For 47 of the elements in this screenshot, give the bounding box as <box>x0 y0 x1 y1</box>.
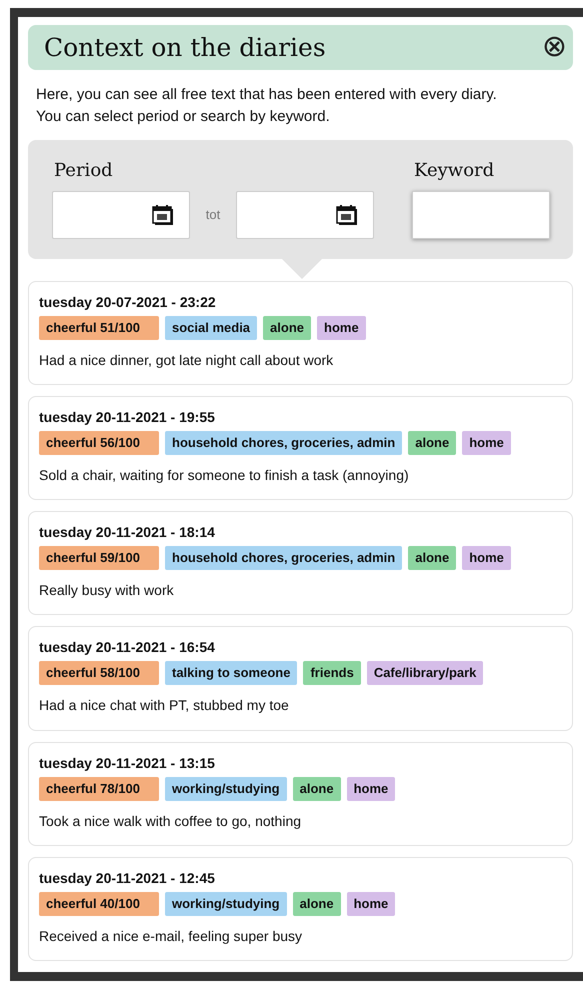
calendar-icon[interactable] <box>335 202 359 227</box>
dialog-title: Context on the diaries <box>44 32 326 62</box>
entry-tag: working/studying <box>165 776 287 801</box>
keyword-field[interactable] <box>412 190 550 239</box>
entry-note: Really busy with work <box>39 582 175 598</box>
close-button[interactable]: ⊗ <box>542 32 567 62</box>
entry-date: tuesday 20-11-2021 - 12:45 <box>39 870 216 886</box>
entry-note: Took a nice walk with coffee to go, nothing <box>39 812 302 829</box>
entry-tag: social media <box>165 316 258 340</box>
entry-tag: home <box>346 776 396 801</box>
entry-date: tuesday 20-11-2021 - 18:14 <box>39 524 216 540</box>
date-field[interactable] <box>236 190 374 239</box>
entry-tag: friends <box>303 661 361 686</box>
entry-note: Sold a chair, waiting for someone to finish a task (annoying) <box>39 466 410 483</box>
entry-tag: talking to someone <box>165 661 298 686</box>
entry-tag: alone <box>408 546 456 570</box>
entry-tag: alone <box>408 430 456 455</box>
entry-tag: Cafe/library/park <box>366 661 484 686</box>
date-field[interactable] <box>52 190 190 239</box>
entry-tag: cheerful 58/100 <box>39 661 159 686</box>
entry-date: tuesday 20-07-2021 - 23:22 <box>39 294 217 310</box>
intro-text: Here, you can see all free text that has been entered with every diary. You can select period or search by keyword. <box>36 84 498 127</box>
entry-tag: household chores, groceries, admin <box>165 430 402 455</box>
entry-date: tuesday 20-11-2021 - 16:54 <box>39 639 216 656</box>
entry-tag: cheerful 51/100 <box>39 316 159 340</box>
entry-note: Had a nice chat with PT, stubbed my toe <box>39 697 290 714</box>
calendar-icon[interactable] <box>151 202 175 227</box>
entry-tag: cheerful 59/100 <box>39 546 159 570</box>
entry-tag: home <box>317 316 366 340</box>
entry-tag: household chores, groceries, admin <box>165 546 402 570</box>
entry-tag: home <box>462 430 511 455</box>
range-separator: tot <box>204 207 222 222</box>
entry-tag: cheerful 56/100 <box>39 430 159 455</box>
keyword-label: Keyword <box>414 160 496 181</box>
entry-tag: alone <box>263 316 312 340</box>
entry-date: tuesday 20-11-2021 - 13:15 <box>39 754 216 771</box>
entry-date: tuesday 20-11-2021 - 19:55 <box>39 408 216 425</box>
entry-tag: alone <box>292 892 341 916</box>
period-label: Period <box>54 160 114 181</box>
entry-tag: cheerful 40/100 <box>39 892 159 916</box>
entry-tag: home <box>462 546 511 570</box>
entry-tag: working/studying <box>165 892 287 916</box>
entry-tag: home <box>346 892 396 916</box>
entry-tag: cheerful 78/100 <box>39 776 159 801</box>
entry-note: Had a nice dinner, got late night call about work <box>39 352 334 368</box>
entry-tag: alone <box>292 776 341 801</box>
entry-note: Received a nice e-mail, feeling super busy <box>39 928 304 944</box>
